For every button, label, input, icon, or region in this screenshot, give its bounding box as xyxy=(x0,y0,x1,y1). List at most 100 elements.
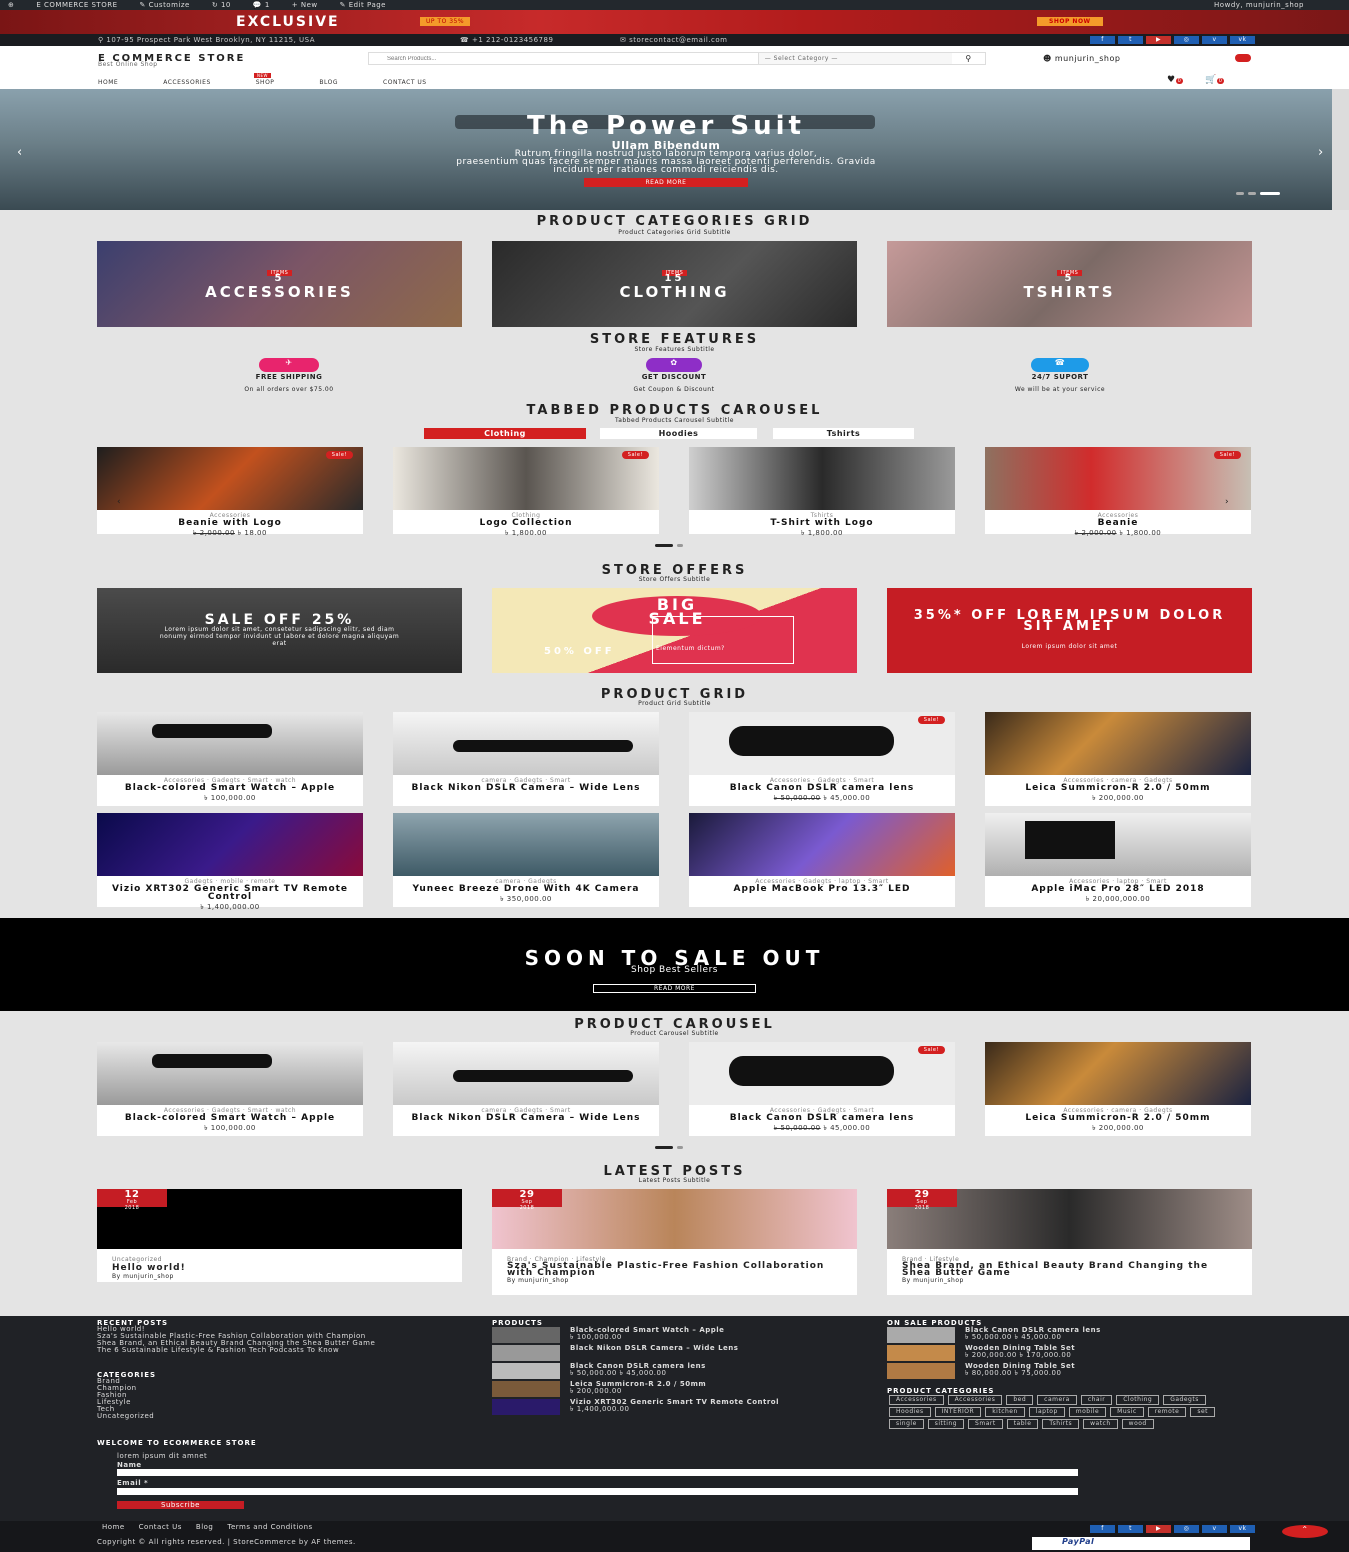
product-card[interactable]: Sale! Accessories · Gadegts · Smart Black … xyxy=(689,1042,955,1136)
instagram-icon[interactable]: ◎ xyxy=(1174,1525,1199,1533)
slider-dots[interactable] xyxy=(1236,192,1280,195)
tag-item[interactable]: wood xyxy=(1121,1419,1154,1429)
youtube-icon[interactable]: ▶ xyxy=(1146,36,1171,44)
tab-clothing[interactable]: Clothing xyxy=(424,428,586,439)
category-tshirts[interactable]: ITEMS 5 TSHIRTS xyxy=(887,241,1252,327)
subscribe-button[interactable]: Subscribe xyxy=(117,1501,244,1509)
carousel-dots[interactable] xyxy=(655,544,683,547)
list-item[interactable]: Black-colored Smart Watch – Apple ৳ 100,0… xyxy=(492,1327,842,1345)
category-clothing[interactable]: ITEMS 15 CLOTHING xyxy=(492,241,857,327)
tag-item[interactable]: chair xyxy=(1080,1395,1113,1405)
twitter-icon[interactable]: t xyxy=(1118,36,1143,44)
tag-item[interactable]: Music xyxy=(1110,1407,1144,1417)
cart-icon[interactable]: 🛒 0 xyxy=(1205,75,1225,85)
product-card[interactable]: camera · Gadegts · Smart Black Nikon DSLR… xyxy=(393,1042,659,1136)
instagram-icon[interactable]: ◎ xyxy=(1174,36,1199,44)
admin-new-link[interactable]: + New xyxy=(292,1,318,9)
wordpress-icon[interactable]: ⊕ xyxy=(8,1,14,9)
tag-item[interactable]: bed xyxy=(1006,1395,1034,1405)
tag-item[interactable]: Accessories xyxy=(889,1395,944,1405)
product-card[interactable]: Sale! Accessories Beanie ৳ 2,000.00 ৳ 1,8… xyxy=(985,447,1251,537)
tag-item[interactable]: watch xyxy=(1083,1419,1118,1429)
product-card[interactable]: Accessories · camera · Gadegts Leica Summ… xyxy=(985,712,1251,806)
footer-link-home[interactable]: Home xyxy=(102,1523,125,1531)
tag-item[interactable]: sitting xyxy=(927,1419,965,1429)
product-card[interactable]: Gadegts · mobile · remote Vizio XRT302 Ge… xyxy=(97,813,363,911)
carousel-dots[interactable] xyxy=(655,1146,683,1149)
slider-next-icon[interactable]: › xyxy=(1318,145,1324,160)
nav-shop[interactable]: SHOP xyxy=(256,79,275,86)
promo-shop-now-button[interactable]: SHOP NOW xyxy=(1037,17,1103,26)
admin-comments[interactable]: 💬 1 xyxy=(253,1,270,9)
category-accessories[interactable]: ITEMS 5 ACCESSORIES xyxy=(97,241,462,327)
tag-item[interactable]: remote xyxy=(1147,1407,1187,1417)
back-to-top-icon[interactable]: ⌃ xyxy=(1282,1525,1328,1538)
nav-contact[interactable]: CONTACT US xyxy=(383,79,427,86)
facebook-icon[interactable]: f xyxy=(1090,1525,1115,1533)
list-item[interactable]: Black Nikon DSLR Camera – Wide Lens xyxy=(492,1345,842,1363)
tab-hoodies[interactable]: Hoodies xyxy=(600,428,757,439)
list-item[interactable]: Leica Summicron-R 2.0 / 50mm ৳ 200,000.00 xyxy=(492,1381,842,1399)
wishlist-icon[interactable]: ♥ 0 xyxy=(1167,75,1184,85)
offer-35-off[interactable]: 35%* OFF LOREM IPSUM DOLOR SIT AMET Lore… xyxy=(887,588,1252,673)
list-item[interactable]: Vizio XRT302 Generic Smart TV Remote Con… xyxy=(492,1399,842,1417)
tag-item[interactable]: Smart xyxy=(968,1419,1003,1429)
email-field[interactable] xyxy=(117,1488,1078,1495)
post-card[interactable]: 12 Feb 2018 Uncategorized Hello world! By … xyxy=(97,1189,462,1282)
tag-item[interactable]: table xyxy=(1006,1419,1039,1429)
slider-prev-icon[interactable]: ‹ xyxy=(17,145,23,160)
product-card[interactable]: Accessories · Gadegts · Smart · watch Bla… xyxy=(97,712,363,806)
carousel-next-icon[interactable]: › xyxy=(1225,497,1229,507)
list-item[interactable]: Black Canon DSLR camera lens ৳ 50,000.00 … xyxy=(887,1327,1247,1345)
product-card[interactable]: Sale! Accessories Beanie with Logo ৳ 2,00… xyxy=(97,447,363,537)
product-card[interactable]: Accessories · Gadegts · Smart · watch Bla… xyxy=(97,1042,363,1136)
tag-item[interactable]: Accessories xyxy=(947,1395,1003,1405)
category-select[interactable]: — Select Category — xyxy=(757,53,953,64)
search-icon[interactable]: ⚲ xyxy=(952,53,985,64)
product-card[interactable]: Accessories · camera · Gadegts Leica Summ… xyxy=(985,1042,1251,1136)
youtube-icon[interactable]: ▶ xyxy=(1146,1525,1171,1533)
list-item[interactable]: Black Canon DSLR camera lens ৳ 50,000.00 … xyxy=(492,1363,842,1381)
tag-item[interactable]: Hoodies xyxy=(889,1407,931,1417)
twitter-icon[interactable]: t xyxy=(1118,1525,1143,1533)
offer-big-sale[interactable]: BIG SALE 50% OFF Elementum dictum? xyxy=(492,588,857,673)
admin-site-link[interactable]: E COMMERCE STORE xyxy=(36,1,117,9)
account-link[interactable]: ☻ munjurin_shop xyxy=(1043,54,1120,63)
list-item[interactable]: Wooden Dining Table Set ৳ 80,000.00 ৳ 75,… xyxy=(887,1363,1247,1381)
tag-item[interactable]: mobile xyxy=(1068,1407,1107,1417)
product-card[interactable]: camera · Gadegts Yuneec Breeze Drone With… xyxy=(393,813,659,907)
tag-item[interactable]: camera xyxy=(1037,1395,1077,1405)
nav-accessories[interactable]: ACCESSORIES xyxy=(163,79,211,86)
carousel-prev-icon[interactable]: ‹ xyxy=(117,497,121,507)
product-card[interactable]: Accessories · laptop · Smart Apple iMac P… xyxy=(985,813,1251,907)
soon-read-more-button[interactable]: READ MORE xyxy=(593,984,756,993)
product-card[interactable]: Accessories · Gadegts · laptop · Smart Ap… xyxy=(689,813,955,907)
tag-item[interactable]: set xyxy=(1190,1407,1215,1417)
facebook-icon[interactable]: f xyxy=(1090,36,1115,44)
product-card[interactable]: Sale! Clothing Logo Collection ৳ 1,800.00 xyxy=(393,447,659,537)
tag-item[interactable]: Clothing xyxy=(1116,1395,1160,1405)
vk-icon[interactable]: vk xyxy=(1230,36,1255,44)
admin-customize-link[interactable]: ✎ Customize xyxy=(140,1,190,9)
nav-home[interactable]: HOME xyxy=(98,79,118,86)
post-card[interactable]: 29 Sep 2018 Brand · Champion · Lifestyle S… xyxy=(492,1189,857,1295)
name-field[interactable] xyxy=(117,1469,1078,1476)
scrollbar[interactable] xyxy=(1332,89,1349,210)
footer-link-blog[interactable]: Blog xyxy=(196,1523,213,1531)
vk-icon[interactable]: vk xyxy=(1230,1525,1255,1533)
product-card[interactable]: Sale! Accessories · Gadegts · Smart Black … xyxy=(689,712,955,806)
vimeo-icon[interactable]: v xyxy=(1202,1525,1227,1533)
post-card[interactable]: 29 Sep 2018 Brand · Lifestyle Shea Brand, … xyxy=(887,1189,1252,1295)
tag-item[interactable]: Gadegts xyxy=(1163,1395,1206,1405)
product-card[interactable]: camera · Gadegts · Smart Black Nikon DSLR… xyxy=(393,712,659,806)
hero-read-more-button[interactable]: READ MORE xyxy=(584,178,748,187)
tab-tshirts[interactable]: Tshirts xyxy=(773,428,914,439)
admin-edit-link[interactable]: ✎ Edit Page xyxy=(340,1,386,9)
nav-blog[interactable]: BLOG xyxy=(319,79,338,86)
menu-icon[interactable] xyxy=(1235,54,1251,62)
tag-item[interactable]: laptop xyxy=(1028,1407,1065,1417)
search-input[interactable] xyxy=(369,53,758,64)
footer-link-terms[interactable]: Terms and Conditions xyxy=(227,1523,312,1531)
tag-item[interactable]: kitchen xyxy=(985,1407,1025,1417)
tag-item[interactable]: single xyxy=(889,1419,924,1429)
